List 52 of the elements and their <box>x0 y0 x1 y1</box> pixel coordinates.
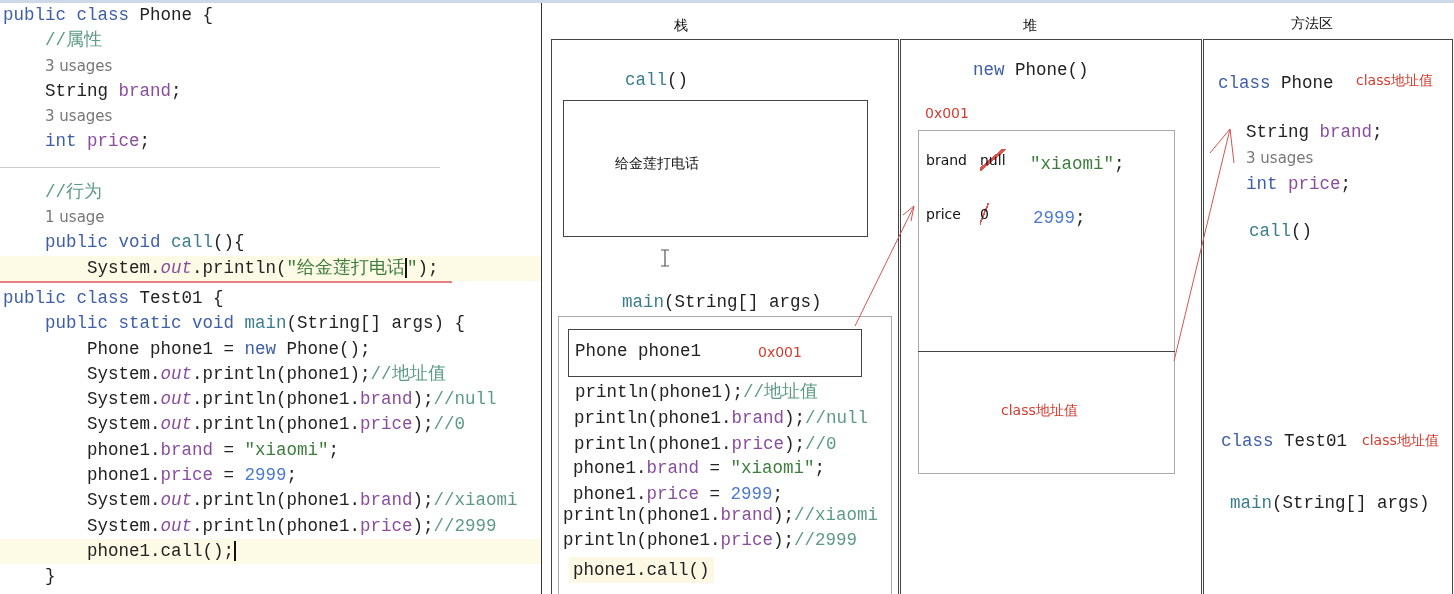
class-address: class地址值 <box>1362 431 1439 450</box>
address-value: 0x001 <box>758 343 802 362</box>
code-line: main(String[] args) <box>1230 492 1430 514</box>
code-line: println(phone1.price);//0 <box>574 433 837 455</box>
code-line: public class Phone { <box>2 4 215 27</box>
frame-label: call() <box>625 69 689 91</box>
code-line: System.out.println(phone1.price);//0 <box>86 413 467 437</box>
class-address: class地址值 <box>1001 401 1078 420</box>
code-line: phone1.brand = "xiaomi"; <box>86 438 341 462</box>
output-text: 给金莲打电话 <box>615 154 699 173</box>
class-label: class Test01 <box>1221 430 1348 452</box>
code-line: System.out.println(phone1.brand);//null <box>86 388 498 412</box>
address-value: 0x001 <box>925 104 969 123</box>
code-line: int price; <box>1246 173 1352 195</box>
code-line: println(phone1.brand);//null <box>574 407 869 429</box>
code-line: String brand; <box>1246 121 1383 143</box>
code-line: phone1.brand = "xiaomi"; <box>573 457 826 479</box>
object-label: new Phone() <box>973 59 1089 81</box>
field-name: brand <box>926 151 967 170</box>
variable-declaration: Phone phone1 <box>575 340 702 362</box>
code-line: } <box>44 565 57 589</box>
code-line: println(phone1);//地址值 <box>575 381 819 403</box>
column-title: 方法区 <box>1291 14 1333 33</box>
code-line: String brand; <box>44 79 183 103</box>
field-name: price <box>926 205 961 224</box>
code-line: phone1.price = 2999; <box>86 464 299 488</box>
class-label: class Phone <box>1218 72 1334 94</box>
new-value: 2999; <box>1033 207 1086 229</box>
code-line: System.out.println(phone1);//地址值 <box>86 362 447 386</box>
code-line: println(phone1.price);//2999 <box>563 529 858 551</box>
code-line: public void call(){ <box>44 231 246 255</box>
code-line: System.out.println(phone1.price);//2999 <box>86 514 498 538</box>
frame-label: main(String[] args) <box>622 291 822 313</box>
usage-hint: 3 usages <box>44 55 114 77</box>
code-line: public static void main(String[] args) { <box>44 312 467 336</box>
code-line: Phone phone1 = new Phone(); <box>86 337 372 361</box>
text-cursor-icon <box>660 249 670 267</box>
code-line: //行为 <box>44 180 103 204</box>
column-title: 栈 <box>674 16 688 35</box>
code-line: phone1.price = 2999; <box>573 483 784 505</box>
new-value: "xiaomi"; <box>1030 153 1125 175</box>
column-title: 堆 <box>1023 16 1037 35</box>
usage-hint: 3 usages <box>1246 148 1314 169</box>
code-line: println(phone1.brand);//xiaomi <box>563 504 879 526</box>
usage-hint: 1 usage <box>44 207 106 229</box>
code-line: System.out.println(phone1.brand);//xiaomi <box>86 489 519 513</box>
usage-hint: 3 usages <box>44 106 114 128</box>
code-line: //属性 <box>44 29 103 53</box>
class-address: class地址值 <box>1356 71 1433 90</box>
code-line: call() <box>1249 220 1313 242</box>
code-line: int price; <box>44 130 152 154</box>
code-line: public class Test01 { <box>2 286 225 310</box>
